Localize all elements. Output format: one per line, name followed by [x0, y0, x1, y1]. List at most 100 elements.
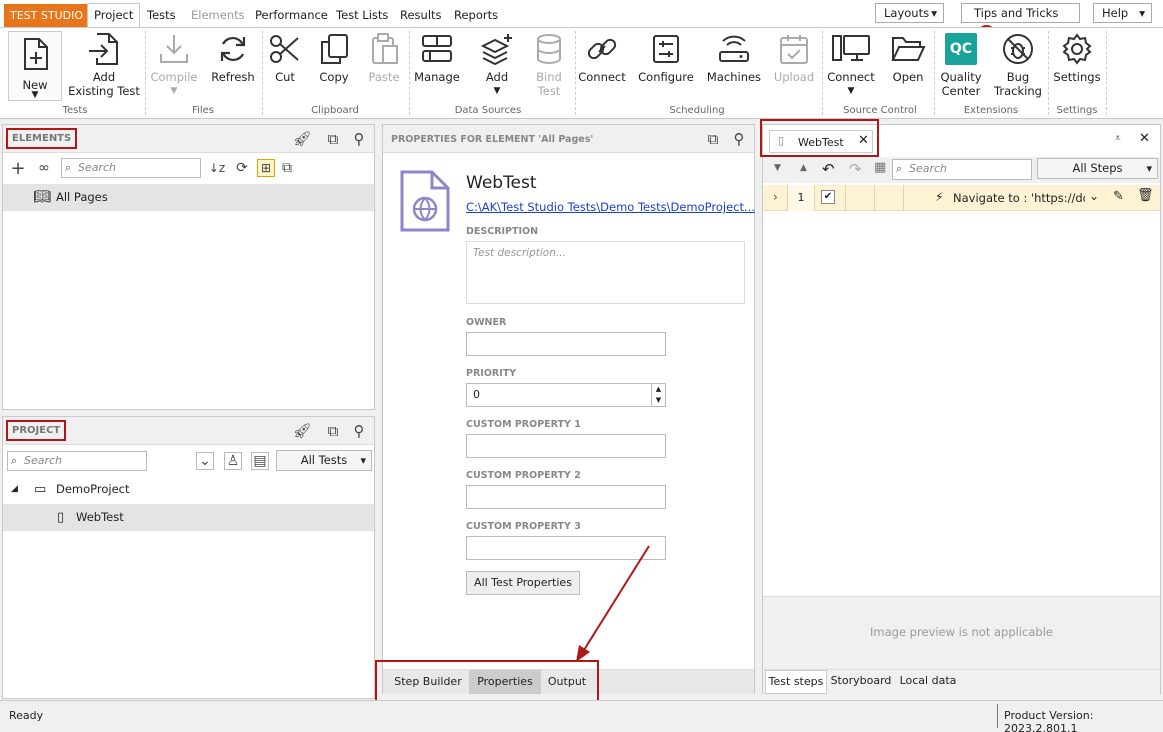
step-enabled-checkbox[interactable]: ✔: [821, 190, 835, 204]
configure-button[interactable]: Configure: [637, 32, 695, 84]
upload-button[interactable]: Upload: [770, 32, 818, 84]
test-path-link[interactable]: C:\AK\Test Studio Tests\Demo Tests\DemoP…: [466, 200, 755, 214]
tab-test-lists[interactable]: Test Lists: [336, 4, 388, 27]
manage-button[interactable]: Manage: [412, 32, 462, 84]
sort-az-icon[interactable]: ↓z: [208, 159, 226, 177]
image-preview-area: Image preview is not applicable: [763, 596, 1160, 670]
edit-icon[interactable]: ✎: [1113, 189, 1124, 204]
quality-center-button[interactable]: QC Quality Center: [937, 32, 985, 98]
tab-reports[interactable]: Reports: [454, 4, 498, 27]
list-item[interactable]: 📖︎ All Pages: [3, 184, 374, 211]
computer-icon: [832, 35, 870, 61]
add-data-source-button[interactable]: Add ▼: [474, 32, 520, 98]
custom-property-1-field[interactable]: [466, 434, 666, 458]
test-filter-dropdown[interactable]: All Tests: [276, 450, 372, 471]
tab-performance[interactable]: Performance: [255, 4, 328, 27]
pin-icon[interactable]: ⚲: [349, 421, 369, 441]
source-control-connect-button[interactable]: Connect ▼: [826, 32, 876, 98]
bug-tracking-button[interactable]: Bug Tracking: [992, 32, 1044, 98]
machines-button[interactable]: Machines: [705, 32, 763, 84]
delete-icon[interactable]: 🗑︎: [1137, 188, 1154, 203]
project-panel: PROJECT 🚀︎ ⧉ ⚲ Search ⌄ ♙ ▤ All Tests ◢ …: [2, 416, 375, 699]
tab-test-steps[interactable]: Test steps: [765, 670, 827, 694]
collapse-icon[interactable]: ⧉: [278, 159, 296, 177]
step-description: Navigate to : 'https://doc: [953, 191, 1085, 205]
rocket-icon[interactable]: 🚀︎: [292, 129, 312, 149]
tips-and-tricks-button[interactable]: Tips and Tricks20: [961, 3, 1080, 41]
tab-elements[interactable]: Elements: [191, 4, 245, 27]
bind-label-1: Bind: [536, 70, 562, 84]
pop-out-icon[interactable]: ⧉: [323, 421, 343, 441]
tab-tests[interactable]: Tests: [147, 4, 176, 27]
custom-property-3-field[interactable]: [466, 536, 666, 560]
tab-storyboard[interactable]: Storyboard: [829, 670, 893, 694]
add-existing-test-button[interactable]: Add Existing Test: [68, 32, 140, 98]
compile-button[interactable]: Compile ▼: [150, 32, 198, 98]
all-test-properties-button[interactable]: All Test Properties: [466, 571, 580, 595]
steps-filter-dropdown[interactable]: All Steps: [1037, 158, 1158, 179]
user-icon[interactable]: ♙: [224, 452, 242, 470]
copy-button[interactable]: Copy: [313, 32, 355, 84]
redo-icon[interactable]: ↷: [849, 160, 862, 178]
lightning-icon: ⚡︎: [935, 190, 944, 204]
pop-out-icon[interactable]: ⧉: [323, 129, 343, 149]
calendar-check-icon: [780, 35, 808, 64]
connect-scheduling-button[interactable]: Connect: [578, 32, 626, 84]
test-step-row[interactable]: › 1 ✔ ⚡︎ Navigate to : 'https://doc ⌄ ✎ …: [763, 185, 1160, 211]
decrement-arrow-icon[interactable]: ▼: [651, 395, 665, 406]
tab-local-data[interactable]: Local data: [897, 670, 959, 694]
project-panel-title: PROJECT: [6, 420, 67, 441]
tab-project[interactable]: Project: [87, 3, 141, 28]
chevron-down-icon[interactable]: ⌄: [1089, 189, 1099, 203]
expand-step-icon[interactable]: ›: [773, 190, 778, 204]
pop-out-icon[interactable]: ⧉: [703, 129, 723, 149]
close-panel-icon[interactable]: ✕: [1139, 131, 1150, 146]
expand-arrow-icon[interactable]: ◢: [11, 476, 18, 503]
pin-icon[interactable]: ⚲: [729, 129, 749, 149]
refresh-icon[interactable]: ⟳: [233, 159, 251, 177]
description-field[interactable]: Test description...: [466, 241, 745, 304]
add-icon[interactable]: +: [9, 158, 27, 179]
tab-results[interactable]: Results: [400, 4, 442, 27]
ribbon: New ▼ Add Existing Test Tests Compile ▼ …: [0, 27, 1163, 119]
tree-item-test[interactable]: ▯ WebTest: [3, 504, 374, 531]
pin-icon[interactable]: ⚲: [349, 129, 369, 149]
bind-test-button[interactable]: Bind Test: [527, 32, 571, 98]
qc-icon: QC: [945, 33, 977, 65]
refresh-button[interactable]: Refresh: [208, 32, 258, 84]
move-up-icon[interactable]: ▲: [800, 163, 807, 173]
increment-arrow-icon[interactable]: ▲: [651, 384, 665, 395]
move-down-icon[interactable]: ▼: [774, 163, 781, 173]
undo-icon[interactable]: ↶: [822, 160, 835, 178]
project-search-input[interactable]: Search: [7, 451, 147, 471]
collapse-all-icon[interactable]: ⌄: [196, 452, 214, 470]
steps-search-input[interactable]: Search: [892, 159, 1032, 180]
record-icon[interactable]: ▦: [874, 160, 886, 175]
group-divider: [1048, 31, 1049, 115]
group-divider: [262, 31, 263, 115]
rocket-icon[interactable]: 🚀︎: [292, 421, 312, 441]
bug-icon: [1003, 34, 1033, 64]
new-file-icon: [24, 38, 48, 70]
elements-search-input[interactable]: Search: [61, 158, 201, 178]
project-icon: ▭: [34, 482, 47, 497]
cut-button[interactable]: Cut: [266, 32, 304, 84]
group-label-clipboard: Clipboard: [311, 105, 359, 116]
custom-property-2-field[interactable]: [466, 485, 666, 509]
owner-field[interactable]: [466, 332, 666, 356]
document-icon[interactable]: ▤: [251, 452, 269, 470]
app-tab[interactable]: TEST STUDIO: [4, 4, 89, 27]
add-label: Add: [485, 70, 509, 84]
book-icon: 📖︎: [33, 189, 51, 205]
open-button[interactable]: Open: [886, 32, 930, 84]
link-icon[interactable]: ∞: [35, 159, 53, 177]
settings-button[interactable]: Settings: [1052, 32, 1102, 84]
help-dropdown[interactable]: Help ▾: [1093, 3, 1152, 23]
new-button[interactable]: New ▼: [8, 31, 62, 101]
layouts-dropdown[interactable]: Layouts ▾: [875, 3, 944, 23]
priority-stepper[interactable]: 0 ▲ ▼: [466, 383, 666, 407]
menu-down-icon[interactable]: ⩡: [1115, 133, 1121, 144]
expand-all-icon[interactable]: ⊞: [257, 159, 275, 177]
paste-button[interactable]: Paste: [363, 32, 405, 84]
tree-item-project[interactable]: ◢ ▭ DemoProject: [3, 476, 374, 503]
